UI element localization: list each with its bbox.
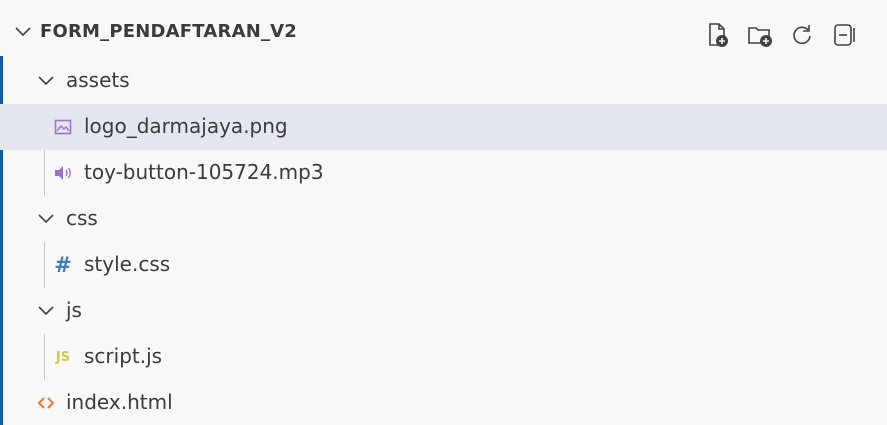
folder-label: js — [66, 298, 82, 322]
file-label: toy-button-105724.mp3 — [84, 160, 324, 184]
folder-css[interactable]: css — [0, 196, 887, 242]
file-script-js[interactable]: JS script.js — [0, 334, 887, 380]
refresh-button[interactable] — [786, 20, 818, 50]
chevron-down-icon — [38, 76, 54, 86]
chevron-down-icon — [38, 306, 54, 316]
file-label: index.html — [66, 390, 173, 414]
file-index-html[interactable]: index.html — [0, 380, 887, 425]
file-label: script.js — [84, 344, 163, 368]
explorer-actions — [702, 20, 860, 50]
workspace-title: FORM_PENDAFTARAN_V2 — [40, 21, 298, 42]
folder-assets[interactable]: assets — [0, 58, 887, 104]
image-file-icon — [52, 117, 74, 137]
folder-js[interactable]: js — [0, 288, 887, 334]
chevron-down-icon[interactable] — [14, 23, 32, 41]
new-folder-button[interactable] — [744, 20, 776, 50]
explorer-header[interactable]: FORM_PENDAFTARAN_V2 — [0, 8, 887, 58]
new-file-icon — [709, 23, 728, 47]
js-icon: JS — [55, 349, 71, 365]
file-explorer: FORM_PENDAFTARAN_V2 assets logo_darmajay… — [0, 0, 887, 425]
file-label: logo_darmajaya.png — [84, 114, 288, 138]
audio-file-icon — [52, 163, 74, 183]
chevron-down-icon — [38, 214, 54, 224]
hash-icon: # — [54, 253, 72, 277]
folder-label: css — [66, 206, 98, 230]
file-toy-button[interactable]: toy-button-105724.mp3 — [0, 150, 887, 196]
html-angle-icon — [37, 397, 55, 409]
new-folder-icon — [748, 27, 772, 47]
file-style-css[interactable]: # style.css — [0, 242, 887, 288]
new-file-button[interactable] — [702, 20, 734, 50]
collapse-all-button[interactable] — [828, 20, 860, 50]
file-logo-darmajaya[interactable]: logo_darmajaya.png — [0, 104, 887, 150]
collapse-all-icon — [834, 24, 855, 46]
file-label: style.css — [84, 252, 171, 276]
folder-label: assets — [66, 68, 130, 92]
refresh-icon — [793, 25, 811, 45]
